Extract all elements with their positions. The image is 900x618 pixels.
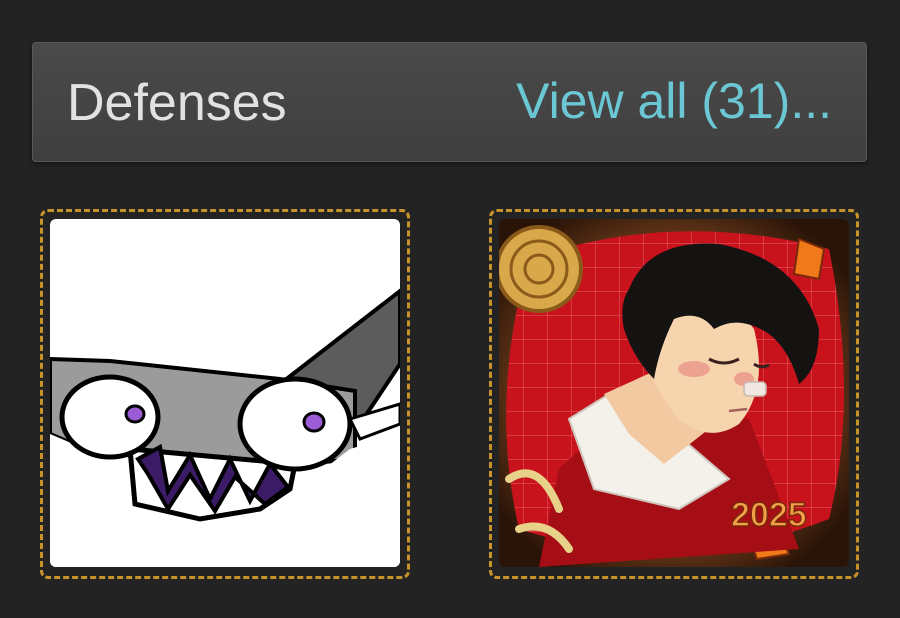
year-badge: 2025	[731, 496, 807, 534]
shark-monster-drawing-icon	[50, 219, 400, 567]
section-title: Defenses	[67, 74, 287, 132]
section-header: Defenses View all (31)...	[32, 42, 867, 162]
defense-thumbnail-2[interactable]: 2025	[489, 209, 859, 579]
view-all-link[interactable]: View all (31)...	[516, 71, 832, 131]
defense-thumbnail-1[interactable]	[40, 209, 410, 579]
portrait-artwork-icon: 2025	[499, 219, 849, 567]
